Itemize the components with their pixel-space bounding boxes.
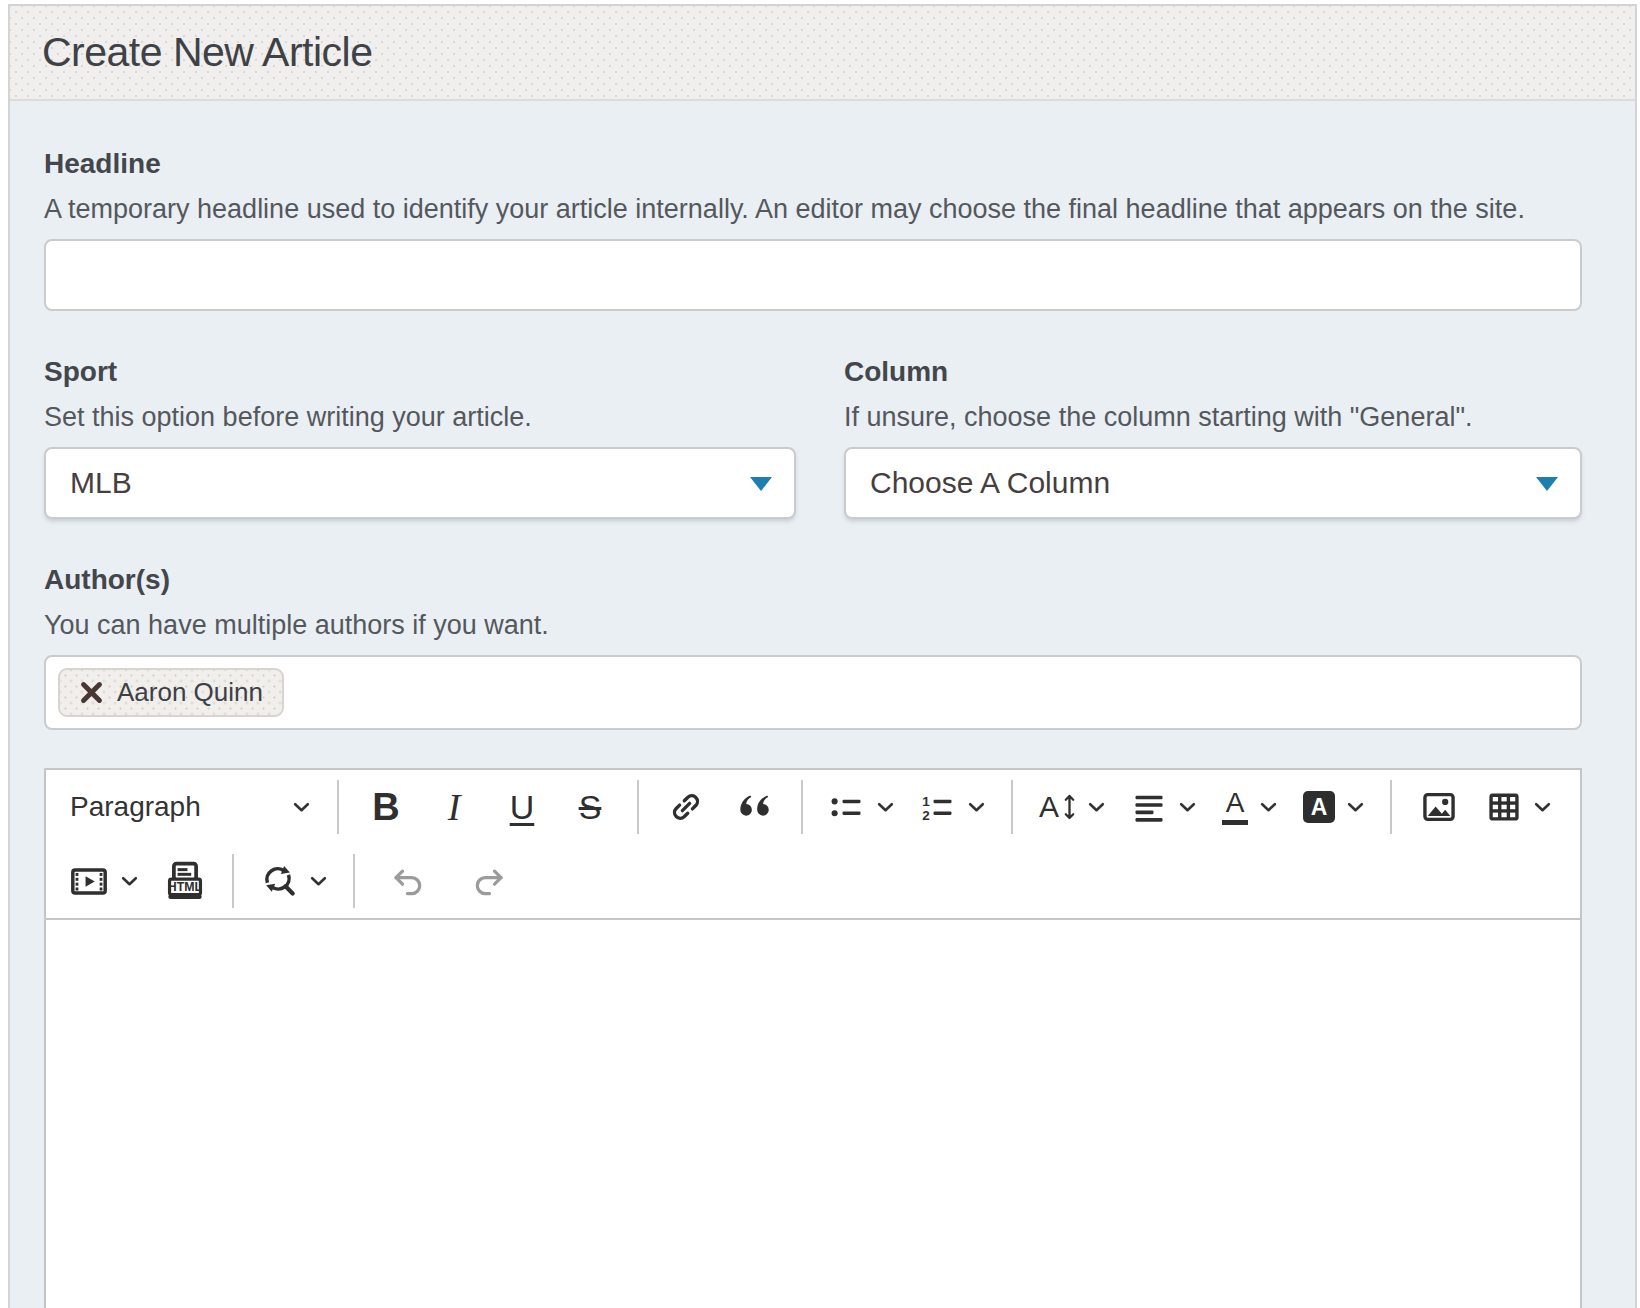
editor-content[interactable] [46, 920, 1580, 1308]
paragraph-style-dropdown[interactable]: Paragraph [56, 777, 324, 837]
strikethrough-icon: S [579, 790, 602, 824]
insert-image-button[interactable] [1409, 777, 1469, 837]
column-section: Column If unsure, choose the column star… [844, 355, 1582, 519]
svg-text:HTML: HTML [168, 880, 203, 894]
font-background-color-button[interactable]: A [1294, 777, 1373, 837]
bulleted-list-button[interactable] [820, 777, 903, 837]
column-label: Column [844, 355, 1582, 389]
panel-body: Headline A temporary headline used to id… [10, 101, 1635, 1308]
toolbar-row-1: Paragraph B I U S [56, 770, 1570, 844]
sport-section: Sport Set this option before writing you… [44, 355, 796, 519]
sport-select[interactable]: MLB [44, 447, 796, 519]
sport-select-value: MLB [70, 466, 132, 500]
redo-icon [470, 864, 507, 899]
underline-icon: U [510, 790, 535, 824]
block-quote-button[interactable] [724, 777, 784, 837]
chevron-down-icon [877, 802, 894, 813]
chevron-down-icon [1088, 802, 1105, 813]
toolbar-divider [232, 854, 234, 908]
numbered-list-icon: 1 2 [920, 789, 956, 825]
column-select[interactable]: Choose A Column [844, 447, 1582, 519]
link-button[interactable] [656, 777, 716, 837]
insert-media-button[interactable] [60, 851, 147, 911]
svg-text:2: 2 [922, 808, 930, 823]
italic-icon: I [448, 788, 461, 826]
chevron-down-icon [1260, 802, 1277, 813]
sport-label: Sport [44, 355, 796, 389]
paragraph-style-value: Paragraph [70, 791, 201, 823]
sport-column-row: Sport Set this option before writing you… [44, 355, 1582, 563]
chevron-down-icon [1534, 802, 1551, 813]
authors-section: Author(s) You can have multiple authors … [44, 563, 1582, 730]
find-and-replace-button[interactable] [251, 851, 336, 911]
authors-label: Author(s) [44, 563, 1582, 597]
insert-image-icon [1421, 789, 1457, 825]
redo-button[interactable] [458, 851, 518, 911]
author-tag: Aaron Quinn [58, 668, 284, 717]
svg-text:1: 1 [922, 794, 930, 809]
insert-html-icon: HTML [164, 860, 206, 902]
toolbar-divider [353, 854, 355, 908]
toolbar-divider [337, 780, 339, 834]
font-size-button[interactable]: A [1030, 777, 1114, 837]
column-description: If unsure, choose the column starting wi… [844, 401, 1582, 433]
authors-input[interactable]: Aaron Quinn [44, 655, 1582, 730]
column-select-value: Choose A Column [870, 466, 1110, 500]
text-alignment-button[interactable] [1122, 777, 1205, 837]
chevron-down-icon [968, 802, 985, 813]
toolbar-row-2: HTML [56, 844, 1570, 918]
strikethrough-button[interactable]: S [560, 777, 620, 837]
numbered-list-button[interactable]: 1 2 [911, 777, 994, 837]
font-size-icon: A [1039, 792, 1076, 822]
underline-button[interactable]: U [492, 777, 552, 837]
chevron-down-icon [293, 802, 310, 813]
insert-table-button[interactable] [1477, 777, 1560, 837]
sport-description: Set this option before writing your arti… [44, 401, 796, 433]
chevron-down-icon [121, 876, 138, 887]
chevron-down-icon [310, 876, 327, 887]
author-tag-label: Aaron Quinn [117, 677, 263, 708]
link-icon [668, 789, 704, 825]
chevron-down-icon [1347, 802, 1364, 813]
remove-author-icon[interactable] [79, 680, 104, 705]
headline-input[interactable] [44, 239, 1582, 311]
toolbar-divider [1011, 780, 1013, 834]
create-article-panel: Create New Article Headline A temporary … [8, 4, 1637, 1308]
font-color-icon: A [1222, 789, 1248, 825]
editor-toolbar: Paragraph B I U S [46, 770, 1580, 920]
toolbar-divider [637, 780, 639, 834]
toolbar-divider [1390, 780, 1392, 834]
rich-text-editor: Paragraph B I U S [44, 768, 1582, 1308]
authors-description: You can have multiple authors if you wan… [44, 609, 1582, 641]
find-and-replace-icon [260, 862, 298, 900]
undo-icon [390, 864, 427, 899]
headline-description: A temporary headline used to identify yo… [44, 193, 1582, 225]
caret-down-icon [750, 477, 772, 491]
headline-section: Headline A temporary headline used to id… [44, 147, 1582, 311]
toolbar-divider [801, 780, 803, 834]
insert-html-button[interactable]: HTML [155, 851, 215, 911]
font-background-color-icon: A [1303, 791, 1335, 823]
insert-media-icon [69, 863, 109, 900]
panel-header: Create New Article [10, 6, 1635, 101]
headline-label: Headline [44, 147, 1582, 181]
text-alignment-icon [1131, 789, 1167, 825]
block-quote-icon [734, 790, 774, 824]
page-title: Create New Article [42, 29, 373, 76]
font-color-button[interactable]: A [1213, 777, 1286, 837]
caret-down-icon [1536, 477, 1558, 491]
italic-button[interactable]: I [424, 777, 484, 837]
undo-button[interactable] [378, 851, 438, 911]
bulleted-list-icon [829, 789, 865, 825]
bold-icon: B [372, 788, 399, 826]
insert-table-icon [1486, 789, 1522, 825]
chevron-down-icon [1179, 802, 1196, 813]
bold-button[interactable]: B [356, 777, 416, 837]
